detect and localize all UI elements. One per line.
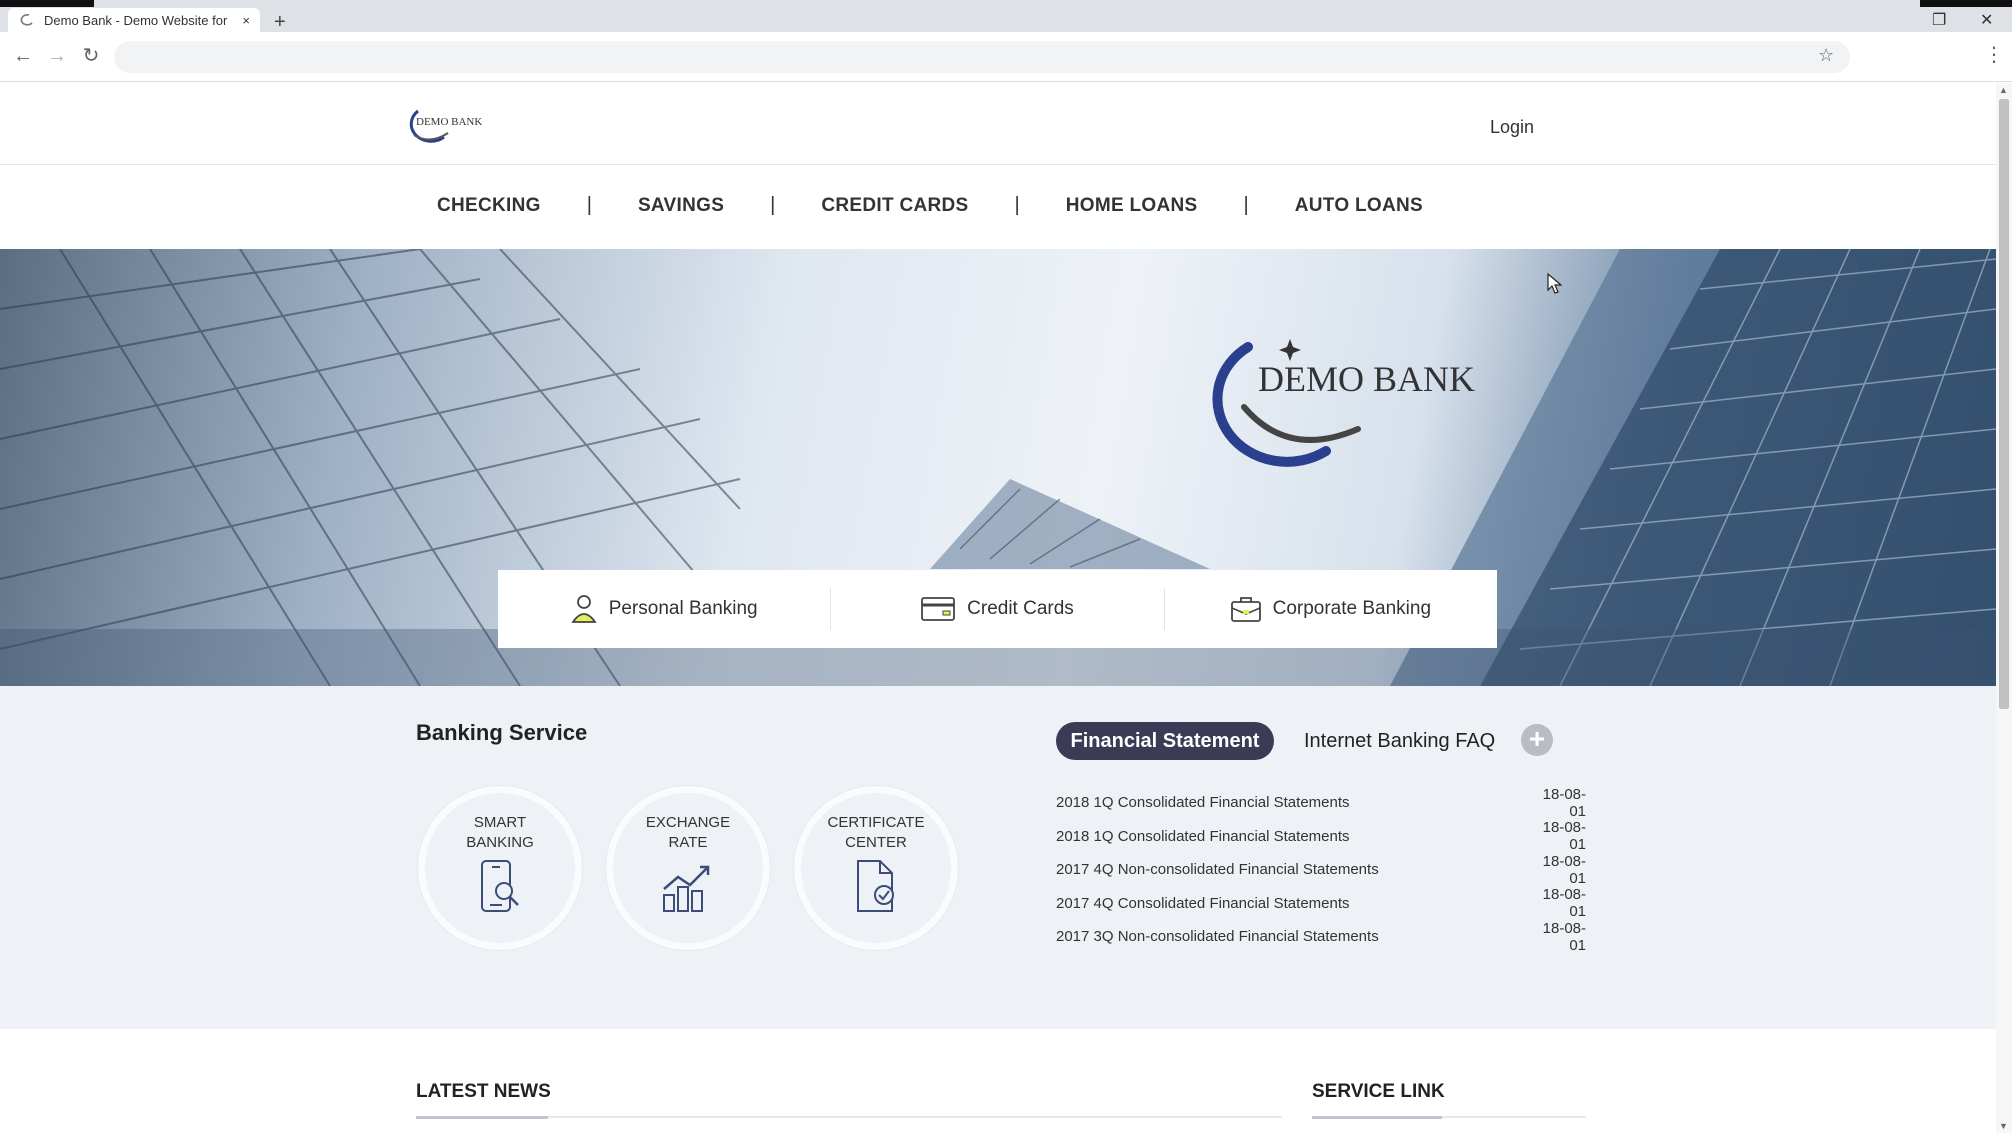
quicklinks-bar: Personal Banking Credit Cards Corporate …: [498, 570, 1497, 648]
page-scrollbar[interactable]: ▲ ▼: [1996, 83, 2012, 1133]
browser-tabstrip: Demo Bank - Demo Website for × + ❐ ✕: [0, 0, 2012, 32]
nav-separator: |: [1243, 194, 1249, 216]
list-item[interactable]: 2018 1Q Consolidated Financial Statement…: [1056, 819, 1586, 854]
browser-menu-icon[interactable]: ⋮: [1984, 42, 2004, 67]
site-header: DEMO BANK Login: [0, 83, 1996, 165]
statement-title[interactable]: 2017 4Q Non-consolidated Financial State…: [1056, 861, 1379, 878]
demo-bank-logo[interactable]: DEMO BANK: [400, 105, 490, 145]
hero-banner: DEMO BANK Personal Banking Credit Cards: [0, 249, 1996, 686]
nav-item-auto-loans[interactable]: AUTO LOANS: [1295, 195, 1423, 217]
list-item[interactable]: 2017 4Q Non-consolidated Financial State…: [1056, 853, 1586, 887]
close-window-icon[interactable]: ✕: [1980, 10, 1993, 30]
list-item[interactable]: 2017 4Q Consolidated Financial Statement…: [1056, 886, 1586, 921]
quicklink-credit-cards[interactable]: Credit Cards: [830, 588, 1163, 630]
list-item[interactable]: 2017 3Q Non-consolidated Financial State…: [1056, 920, 1586, 954]
service-label: EXCHANGE RATE: [645, 814, 731, 851]
statement-date: 18-08-01: [1542, 819, 1586, 854]
briefcase-icon: [1230, 597, 1261, 622]
banking-service-title: Banking Service: [416, 720, 588, 745]
nav-item-home-loans[interactable]: HOME LOANS: [1066, 195, 1198, 217]
nav-separator: |: [1014, 194, 1020, 216]
login-link[interactable]: Login: [1490, 117, 1534, 138]
page-viewport: DEMO BANK Login CHECKING | SAVINGS | CRE…: [0, 83, 1996, 1133]
exchange-rate-button[interactable]: EXCHANGE RATE: [606, 786, 770, 950]
document-check-icon: [857, 860, 894, 912]
nav-item-credit-cards[interactable]: CREDIT CARDS: [821, 195, 968, 217]
chart-growth-icon: [663, 865, 710, 912]
more-plus-icon[interactable]: +: [1521, 724, 1553, 756]
nav-item-checking[interactable]: CHECKING: [437, 195, 541, 217]
svg-text:DEMO BANK: DEMO BANK: [416, 116, 482, 128]
main-navigation: CHECKING | SAVINGS | CREDIT CARDS | HOME…: [0, 166, 1996, 249]
bookmark-star-icon[interactable]: ☆: [1818, 45, 1834, 66]
address-bar[interactable]: [114, 41, 1850, 73]
smart-banking-button[interactable]: SMART BANKING: [418, 786, 582, 950]
restore-window-icon[interactable]: ❐: [1932, 10, 1946, 30]
quicklink-corporate-banking[interactable]: Corporate Banking: [1163, 588, 1497, 630]
nav-separator: |: [770, 194, 776, 216]
service-label: CERTIFICATE CENTER: [827, 814, 925, 851]
back-arrow-icon[interactable]: ←: [12, 44, 34, 68]
favicon-icon: [18, 13, 34, 27]
tab-internet-banking-faq[interactable]: Internet Banking FAQ: [1304, 730, 1495, 753]
tab-financial-statement[interactable]: Financial Statement: [1056, 722, 1274, 760]
quicklink-label: Credit Cards: [967, 598, 1074, 619]
forward-arrow-icon[interactable]: →: [46, 44, 68, 68]
statement-date: 18-08-01: [1542, 886, 1586, 921]
scrollbar-thumb[interactable]: [1999, 99, 2009, 709]
svg-text:DEMO BANK: DEMO BANK: [1258, 359, 1475, 399]
quicklink-personal-banking[interactable]: Personal Banking: [498, 588, 830, 630]
statement-date: 18-08-01: [1542, 785, 1586, 820]
person-icon: [570, 595, 597, 623]
statement-title[interactable]: 2017 4Q Consolidated Financial Statement…: [1056, 895, 1350, 912]
reload-icon[interactable]: ↻: [80, 44, 102, 68]
nav-item-savings[interactable]: SAVINGS: [638, 195, 724, 217]
demo-bank-hero-logo: DEMO BANK: [1212, 339, 1475, 467]
statement-date: 18-08-01: [1542, 852, 1586, 887]
quicklink-label: Corporate Banking: [1272, 598, 1432, 619]
latest-news-title[interactable]: LATEST NEWS: [416, 1081, 551, 1103]
nav-separator: |: [586, 194, 592, 216]
service-link-title[interactable]: SERVICE LINK: [1312, 1081, 1445, 1103]
service-label: SMART BANKING: [466, 814, 534, 851]
smartphone-search-icon: [481, 860, 519, 912]
new-tab-icon[interactable]: +: [274, 12, 286, 32]
financial-statement-list: 2018 1Q Consolidated Financial Statement…: [1056, 786, 1586, 954]
tab-close-icon[interactable]: ×: [242, 13, 250, 28]
tab-title: Demo Bank - Demo Website for: [44, 12, 228, 28]
browser-tab[interactable]: Demo Bank - Demo Website for ×: [8, 8, 260, 32]
tabstrip-edge: [1920, 0, 2012, 7]
list-item[interactable]: 2018 1Q Consolidated Financial Statement…: [1056, 786, 1586, 820]
quicklink-label: Personal Banking: [608, 598, 758, 619]
statement-title[interactable]: 2017 3Q Non-consolidated Financial State…: [1056, 928, 1379, 945]
credit-card-icon: [921, 597, 956, 621]
statement-title[interactable]: 2018 1Q Consolidated Financial Statement…: [1056, 828, 1350, 845]
divider: [1312, 1116, 1586, 1119]
mouse-cursor-icon: [1547, 273, 1563, 294]
browser-toolbar: ← → ↻ ☆ ⋮: [0, 32, 2012, 82]
tabstrip-edge: [0, 0, 94, 7]
scroll-up-icon[interactable]: ▲: [1999, 85, 2008, 95]
certificate-center-button[interactable]: CERTIFICATE CENTER: [794, 786, 958, 950]
url-input[interactable]: [114, 41, 1850, 73]
scroll-down-icon[interactable]: ▼: [1999, 1121, 2008, 1131]
divider: [416, 1116, 1282, 1119]
statement-date: 18-08-01: [1542, 919, 1586, 954]
banking-service-section: Banking Service SMART BANKING EXCHANGE R…: [0, 686, 1996, 1029]
bottom-section: LATEST NEWS SERVICE LINK: [0, 1029, 1996, 1133]
statement-title[interactable]: 2018 1Q Consolidated Financial Statement…: [1056, 794, 1350, 811]
